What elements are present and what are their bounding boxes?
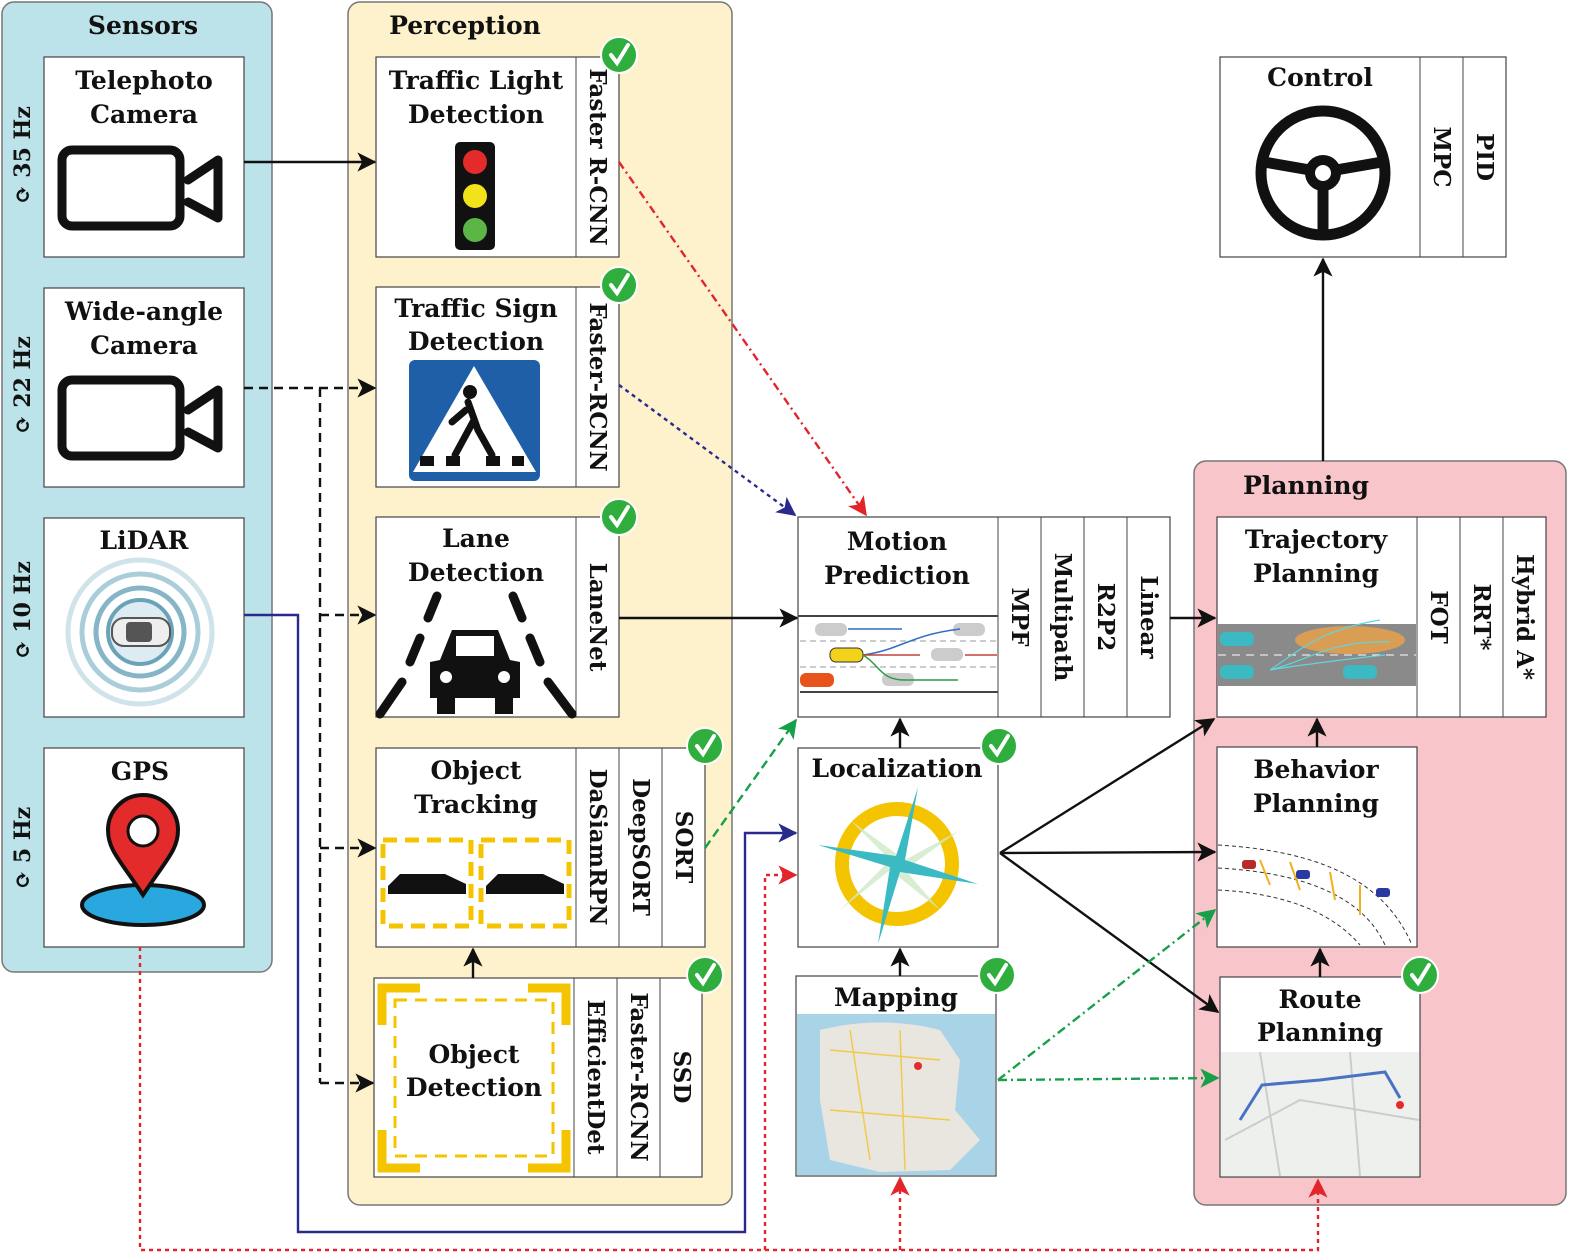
check-icon xyxy=(685,726,725,766)
refresh-cycle-icon: ⟳ xyxy=(10,871,36,889)
module-label: Motion xyxy=(847,527,947,556)
rate-telephoto: ⟳ 35 Hz xyxy=(10,106,36,204)
object-detection: Object Detection EfficientDet Faster-RCN… xyxy=(373,977,703,1178)
trajectory-planning: Trajectory Planning FOT RRT* Hybrid A* xyxy=(1216,516,1547,718)
module-label: Detection xyxy=(408,100,544,129)
localization: Localization xyxy=(797,747,999,948)
module-label: Planning xyxy=(1257,1018,1383,1047)
check-icon xyxy=(685,955,725,995)
planning-title: Planning xyxy=(1243,471,1369,500)
city-map-image xyxy=(797,1014,995,1175)
sensor-label: LiDAR xyxy=(100,526,189,555)
traffic-light-detection: Traffic Light Detection Faster R-CNN xyxy=(375,56,620,258)
sensor-label: Telephoto xyxy=(75,66,213,95)
module-label: Detection xyxy=(408,558,544,587)
module-label: Traffic Light xyxy=(389,66,564,95)
motion-prediction: Motion Prediction MPF Multipath R2P2 Lin… xyxy=(797,516,1171,718)
method-label: PID xyxy=(1471,133,1498,181)
check-icon xyxy=(977,955,1017,995)
module-label: Detection xyxy=(408,327,544,356)
method-label: Faster-RCNN xyxy=(625,992,652,1161)
method-label: DeepSORT xyxy=(627,778,654,916)
module-label: Object xyxy=(431,756,522,785)
method-label: Hybrid A* xyxy=(1511,554,1538,680)
module-label: Lane xyxy=(442,524,510,553)
traffic-sign-detection: Traffic Sign Detection Faster-RCNN xyxy=(375,286,620,488)
module-label: Trajectory xyxy=(1245,525,1389,554)
module-label: Planning xyxy=(1253,559,1379,588)
method-label: SSD xyxy=(668,1051,695,1104)
check-icon xyxy=(979,726,1019,766)
sensor-label: GPS xyxy=(111,757,169,786)
sensor-label: Camera xyxy=(90,100,198,129)
behavior-planning: Behavior Planning xyxy=(1216,746,1418,948)
module-label: Control xyxy=(1267,63,1373,92)
module-label: Prediction xyxy=(824,561,970,590)
sensor-gps: GPS xyxy=(43,747,245,948)
arrow-localization-to-behavior xyxy=(999,842,1217,862)
module-label: Detection xyxy=(406,1073,542,1102)
check-icon xyxy=(599,497,639,537)
autonomous-driving-pipeline-diagram: Sensors Perception Planning Telephoto Ca… xyxy=(1,1,1567,1252)
arrow-localization-to-route xyxy=(999,852,1220,1013)
sensor-label: Camera xyxy=(90,331,198,360)
module-label: Behavior xyxy=(1253,755,1379,784)
method-label: SORT xyxy=(670,811,697,883)
module-label: Object xyxy=(429,1040,520,1069)
module-label: Mapping xyxy=(834,983,958,1012)
refresh-cycle-icon: ⟳ xyxy=(10,185,36,203)
check-icon xyxy=(599,265,639,305)
method-label: LaneNet xyxy=(584,563,611,672)
sensor-wide-angle-camera: Wide-angle Camera xyxy=(43,287,245,488)
rate-gps: ⟳ 5 Hz xyxy=(10,807,36,889)
method-label: Multipath xyxy=(1049,553,1076,682)
method-label: MPF xyxy=(1006,587,1033,647)
method-label: Faster R-CNN xyxy=(584,68,611,245)
perception-title: Perception xyxy=(389,11,541,40)
check-icon xyxy=(599,35,639,75)
rate-lidar: ⟳ 10 Hz xyxy=(10,561,36,659)
route-planning: Route Planning xyxy=(1219,976,1421,1178)
module-label: Tracking xyxy=(414,790,538,819)
sensor-lidar: LiDAR xyxy=(43,517,245,718)
sensor-telephoto-camera: Telephoto Camera xyxy=(43,56,245,258)
method-label: Linear xyxy=(1135,575,1162,659)
method-label: MPC xyxy=(1428,126,1455,187)
arrow-gps-to-localization xyxy=(763,865,798,1250)
method-label: DaSiamRPN xyxy=(584,769,611,926)
method-label: EfficientDet xyxy=(582,999,609,1154)
module-label: Localization xyxy=(812,754,983,783)
refresh-cycle-icon: ⟳ xyxy=(10,640,36,658)
route-map-image xyxy=(1221,1051,1420,1177)
method-label: Faster-RCNN xyxy=(584,302,611,471)
sensor-label: Wide-angle xyxy=(64,297,223,326)
module-label: Planning xyxy=(1253,789,1379,818)
pedestrian-crossing-sign-icon xyxy=(409,360,540,481)
refresh-cycle-icon: ⟳ xyxy=(10,415,36,433)
rate-wide-angle: ⟳ 22 Hz xyxy=(10,336,36,434)
module-label: Traffic Sign xyxy=(394,294,557,323)
lane-detection: Lane Detection LaneNet xyxy=(375,516,620,719)
traffic-light-icon xyxy=(455,142,495,250)
module-label: Route xyxy=(1278,985,1361,1014)
method-label: R2P2 xyxy=(1092,583,1119,651)
trajectory-road-icon xyxy=(1218,619,1416,686)
mapping: Mapping xyxy=(795,975,997,1177)
sensors-title: Sensors xyxy=(88,11,198,40)
arrow-mapping-to-route xyxy=(997,1068,1220,1088)
method-label: FOT xyxy=(1425,590,1452,643)
arrow-localization-to-trajectory xyxy=(999,717,1216,855)
object-tracking: Object Tracking DaSiamRPN DeepSORT SORT xyxy=(375,747,706,948)
control: Control MPC PID xyxy=(1219,56,1507,258)
check-icon xyxy=(1400,955,1440,995)
method-label: RRT* xyxy=(1468,584,1495,651)
arrow-mapping-to-behavior xyxy=(997,909,1217,1081)
